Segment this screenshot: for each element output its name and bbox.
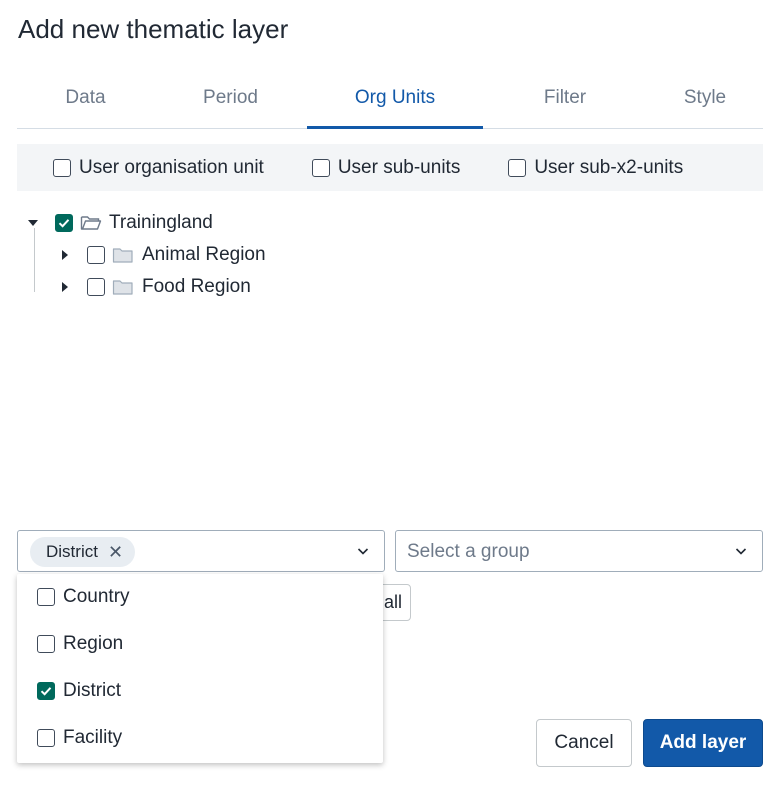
folder-open-icon xyxy=(80,216,102,230)
level-option-district[interactable]: District xyxy=(37,680,121,702)
expand-arrow-icon[interactable] xyxy=(62,250,68,260)
chevron-down-icon xyxy=(357,548,369,555)
group-select-placeholder: Select a group xyxy=(407,541,530,562)
collapse-arrow-icon[interactable] xyxy=(28,220,38,226)
level-option-facility[interactable]: Facility xyxy=(37,727,122,749)
option-label: Facility xyxy=(63,727,123,748)
user-org-unit-bar: User organisation unit User sub-units Us… xyxy=(17,144,763,191)
tree-node-label[interactable]: Animal Region xyxy=(142,244,266,266)
check-icon xyxy=(40,687,52,696)
tree-node-root[interactable]: Trainingland xyxy=(28,208,213,238)
folder-icon xyxy=(112,280,133,295)
folder-icon xyxy=(112,248,133,263)
tree-node-label[interactable]: Trainingland xyxy=(109,212,213,234)
checkbox-box[interactable] xyxy=(508,158,527,177)
tab-style[interactable]: Style xyxy=(647,72,763,128)
option-label: District xyxy=(63,680,122,701)
tree-node-label[interactable]: Food Region xyxy=(142,276,251,298)
check-icon xyxy=(58,219,70,228)
remove-chip-icon[interactable]: ✕ xyxy=(108,542,123,563)
selected-level-chip: District ✕ xyxy=(30,537,136,567)
tab-data[interactable]: Data xyxy=(17,72,154,128)
option-checkbox[interactable] xyxy=(37,729,55,747)
tab-bar: Data Period Org Units Filter Style xyxy=(17,72,763,129)
checkbox-box[interactable] xyxy=(53,158,71,177)
tree-node-food-region[interactable]: Food Region xyxy=(62,272,251,302)
expand-arrow-icon[interactable] xyxy=(62,282,68,292)
option-checkbox[interactable] xyxy=(37,682,55,700)
tree-checkbox[interactable] xyxy=(87,246,105,264)
chip-label: District xyxy=(46,542,98,561)
option-label: Country xyxy=(63,586,130,607)
checkbox-label: User organisation unit xyxy=(79,156,264,178)
user-sub-units-checkbox[interactable]: User sub-units xyxy=(311,156,461,179)
level-option-country[interactable]: Country xyxy=(37,586,130,608)
tab-period[interactable]: Period xyxy=(154,72,307,128)
level-option-region[interactable]: Region xyxy=(37,633,123,655)
tree-checkbox-root[interactable] xyxy=(55,214,73,232)
level-select[interactable]: District ✕ xyxy=(17,530,385,572)
option-label: Region xyxy=(63,633,124,654)
cancel-button[interactable]: Cancel xyxy=(536,719,632,767)
chevron-down-icon xyxy=(735,548,747,555)
checkbox-label: User sub-units xyxy=(337,156,461,178)
checkbox-label: User sub-x2-units xyxy=(534,156,684,178)
user-sub-x2-units-checkbox[interactable]: User sub-x2-units xyxy=(508,157,683,179)
tree-node-animal-region[interactable]: Animal Region xyxy=(62,240,266,270)
dialog-title: Add new thematic layer xyxy=(18,14,289,44)
tab-org-units[interactable]: Org Units xyxy=(307,72,483,129)
tree-checkbox[interactable] xyxy=(87,278,105,296)
option-checkbox[interactable] xyxy=(37,588,55,606)
user-org-unit-checkbox[interactable]: User organisation unit xyxy=(53,157,264,179)
group-select[interactable]: Select a group xyxy=(395,530,763,572)
option-checkbox[interactable] xyxy=(37,635,55,653)
checkbox-box[interactable] xyxy=(311,158,330,177)
level-options-menu: Country Region District Facility xyxy=(17,574,383,763)
add-layer-button[interactable]: Add layer xyxy=(643,719,763,767)
tab-filter[interactable]: Filter xyxy=(483,72,647,128)
